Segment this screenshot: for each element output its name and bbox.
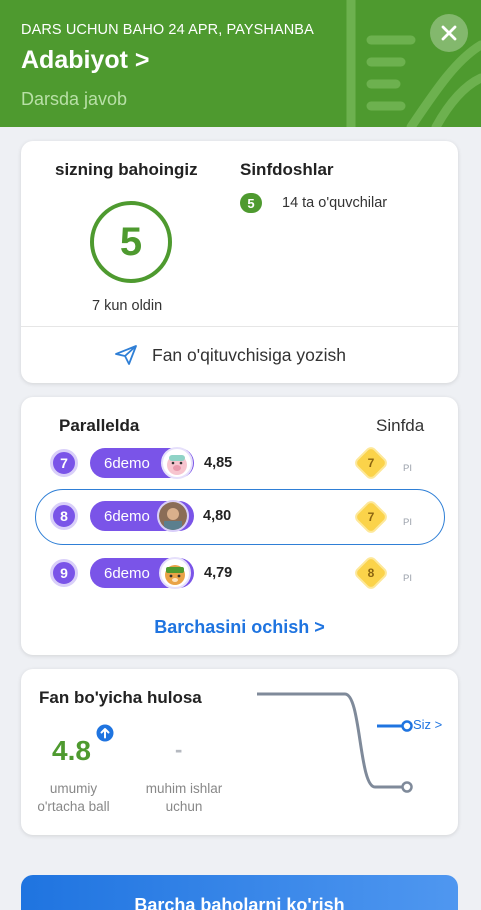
photo-avatar — [157, 500, 189, 532]
rank-badge: 8 — [50, 502, 78, 530]
time-ago: 7 kun oldin — [92, 298, 163, 314]
summary-title: Fan bo'yicha hulosa — [39, 688, 202, 707]
lesson-date: DARS UCHUN BAHO 24 APR, PAYSHANBA — [21, 22, 314, 38]
pig-avatar-icon — [161, 447, 193, 479]
open-all-link[interactable]: Barchasini ochish > — [21, 617, 458, 638]
all-grades-button[interactable]: Barcha baholarni ko'rish — [21, 875, 458, 910]
student-score: 4,85 — [204, 455, 233, 471]
rank-badge: 7 — [50, 449, 78, 477]
grade-type: Darsda javob — [21, 89, 128, 109]
trend-up-icon — [96, 724, 114, 742]
student-score: 4,80 — [203, 508, 232, 524]
progress-curve — [257, 692, 413, 793]
student-score: 4,79 — [204, 565, 233, 581]
lesson-header: DARS UCHUN BAHO 24 APR, PAYSHANBA Adabiy… — [0, 0, 481, 127]
classmates-count: 14 ta o'quvchilar — [282, 195, 388, 211]
class-rank-number: 7 — [367, 456, 375, 470]
grade-circle: 5 — [90, 201, 172, 283]
average-label: umumiy o'rtacha ball — [37, 781, 110, 814]
class-rank-number: 7 — [367, 510, 375, 524]
parallel-label: Parallelda — [59, 416, 140, 435]
close-button[interactable] — [430, 14, 468, 52]
rank-badge: 9 — [50, 559, 78, 587]
classmates-label: Sinfdoshlar — [240, 160, 334, 179]
subject-title-link[interactable]: Adabiyot > — [21, 46, 150, 75]
ranking-card: Parallelda Sinfda 7 6demo 4,85 7 PI 8 6d… — [21, 397, 458, 655]
subject-summary-card[interactable]: Fan bo'yicha hulosa 4.8 umumiy o'rtacha … — [21, 669, 458, 835]
important-works-value: - — [175, 737, 183, 762]
average-grade: 4.8 — [52, 735, 91, 766]
ranking-row-current[interactable]: 8 6demo 4,80 7 PI — [35, 489, 445, 545]
you-link[interactable]: Siz > — [413, 717, 442, 732]
class-rank-suffix: PI — [403, 573, 412, 584]
message-teacher-label: Fan o'qituvchisiga yozish — [152, 345, 346, 365]
important-works-label: muhim ishlar uchun — [145, 781, 223, 814]
close-icon — [441, 25, 457, 41]
your-grade-label: sizning bahoingiz — [55, 160, 198, 179]
class-label: Sinfda — [376, 416, 425, 435]
ranking-row[interactable]: 9 6demo 4,79 8 PI — [21, 549, 458, 597]
send-icon — [115, 345, 137, 365]
class-rank-number: 8 — [367, 566, 375, 580]
class-rank-suffix: PI — [403, 463, 412, 474]
classmates-grade-badge: 5 — [240, 193, 262, 213]
ranking-row[interactable]: 7 6demo 4,85 7 PI — [21, 439, 458, 487]
all-grades-label: Barcha baholarni ko'rish — [134, 895, 345, 910]
deer-avatar-icon — [159, 557, 191, 589]
class-rank-suffix: PI — [403, 517, 412, 528]
message-teacher-button[interactable]: Fan o'qituvchisiga yozish — [21, 327, 458, 383]
grade-card: sizning bahoingiz 5 7 kun oldin Sinfdosh… — [21, 141, 458, 383]
